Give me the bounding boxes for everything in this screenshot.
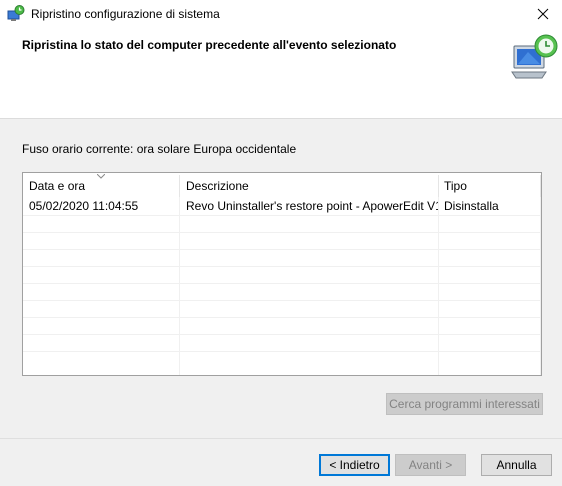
column-header-description[interactable]: Descrizione (180, 173, 438, 197)
empty-row (23, 215, 541, 233)
table-row[interactable]: 05/02/2020 11:04:55 Revo Uninstaller's r… (23, 198, 541, 216)
empty-row (23, 334, 541, 352)
empty-row (23, 249, 541, 267)
footer-divider (0, 438, 562, 439)
next-button[interactable]: Avanti > (395, 454, 466, 476)
empty-row (23, 300, 541, 318)
restore-points-table[interactable]: Data e ora Descrizione Tipo 05/02/2020 1… (22, 172, 542, 376)
column-divider[interactable] (540, 175, 541, 197)
scan-affected-programs-button[interactable]: Cerca programmi interessati (386, 393, 543, 415)
cell-type: Disinstalla (444, 199, 499, 213)
title-bar: Ripristino configurazione di sistema (0, 0, 562, 28)
close-icon (537, 8, 549, 20)
system-restore-icon (7, 5, 25, 23)
empty-row (23, 317, 541, 335)
back-button[interactable]: < Indietro (319, 454, 390, 476)
table-header: Data e ora Descrizione Tipo (23, 173, 541, 197)
cell-date: 05/02/2020 11:04:55 (29, 199, 139, 213)
window-title: Ripristino configurazione di sistema (31, 7, 220, 21)
column-header-type[interactable]: Tipo (438, 173, 541, 197)
system-restore-computer-icon (508, 32, 560, 82)
wizard-header: Ripristina lo stato del computer precede… (0, 28, 562, 119)
empty-row (23, 283, 541, 301)
column-header-date[interactable]: Data e ora (23, 173, 180, 197)
page-title: Ripristina lo stato del computer precede… (22, 38, 397, 52)
cell-description: Revo Uninstaller's restore point - Apowe… (186, 199, 438, 213)
empty-row (23, 266, 541, 284)
close-button[interactable] (524, 0, 562, 28)
empty-row (23, 232, 541, 250)
timezone-label: Fuso orario corrente: ora solare Europa … (22, 142, 297, 156)
cancel-button[interactable]: Annulla (481, 454, 552, 476)
